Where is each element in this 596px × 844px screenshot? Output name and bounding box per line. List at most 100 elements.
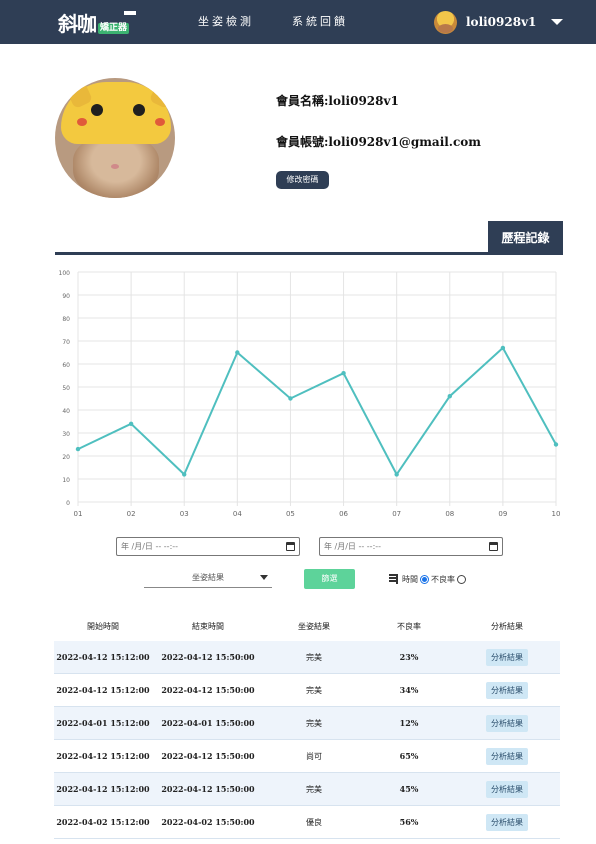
y-tick-label: 10 bbox=[62, 477, 70, 484]
calendar-icon[interactable] bbox=[286, 542, 295, 551]
table-row: 2022-04-02 15:12:00 2022-04-02 15:50:00 … bbox=[54, 806, 560, 839]
cell-posture-result: 完美 bbox=[306, 784, 322, 794]
x-tick-label: 06 bbox=[339, 510, 348, 518]
cell-start-time: 2022-04-12 15:12:00 bbox=[56, 652, 150, 662]
records-table: 開始時間 結束時間 坐姿結果 不良率 分析結果 2022-04-12 15:12… bbox=[54, 611, 560, 839]
cell-end-time: 2022-04-12 15:50:00 bbox=[161, 784, 255, 794]
y-tick-label: 0 bbox=[66, 500, 70, 507]
member-name: 會員名稱:loli0928v1 bbox=[276, 94, 399, 108]
end-datetime-input[interactable]: 年 /月/日 -- --:-- bbox=[319, 537, 503, 556]
table-header: 開始時間 結束時間 坐姿結果 不良率 分析結果 bbox=[54, 611, 560, 641]
cell-analysis: 分析結果 bbox=[454, 707, 560, 739]
y-tick-label: 80 bbox=[62, 316, 70, 323]
cell-analysis: 分析結果 bbox=[454, 773, 560, 805]
sort-time-radio[interactable] bbox=[420, 574, 429, 584]
y-tick-label: 30 bbox=[62, 431, 70, 438]
data-point bbox=[500, 345, 506, 351]
pikachu-hat bbox=[61, 78, 175, 144]
data-point bbox=[182, 472, 187, 477]
cell-analysis: 分析結果 bbox=[454, 806, 560, 838]
y-tick-label: 100 bbox=[59, 270, 71, 277]
logo[interactable]: 斜咖 矯正器 bbox=[58, 8, 136, 36]
cell-end-time: 2022-04-12 15:50:00 bbox=[161, 652, 255, 662]
header-analysis: 分析結果 bbox=[491, 621, 523, 631]
posture-result-select[interactable]: 坐姿結果 bbox=[144, 570, 272, 588]
x-tick-label: 01 bbox=[74, 510, 83, 518]
cell-end-time: 2022-04-01 15:50:00 bbox=[161, 718, 255, 728]
data-point bbox=[128, 421, 134, 426]
y-tick-label: 70 bbox=[62, 339, 70, 346]
calendar-icon[interactable] bbox=[489, 542, 498, 551]
data-point bbox=[288, 396, 293, 401]
history-divider bbox=[55, 252, 563, 255]
y-tick-label: 90 bbox=[62, 293, 70, 300]
bad-posture-chart: 0 10 20 30 40 50 60 70 80 90 100 01 02 03 04 05 06 07 08 09… bbox=[52, 262, 564, 524]
cell-analysis: 分析結果 bbox=[454, 641, 560, 673]
chevron-down-icon bbox=[260, 575, 268, 580]
logo-subtext: 矯正器 bbox=[98, 23, 130, 34]
analysis-button[interactable]: 分析結果 bbox=[486, 780, 528, 798]
cell-bad-rate: 12% bbox=[399, 718, 419, 728]
tab-history[interactable]: 歷程記錄 bbox=[488, 221, 563, 255]
data-point bbox=[394, 472, 399, 477]
analysis-button[interactable]: 分析結果 bbox=[486, 681, 528, 699]
x-tick-label: 09 bbox=[498, 510, 507, 518]
cell-end-time: 2022-04-12 15:50:00 bbox=[161, 751, 255, 761]
header-end-time: 結束時間 bbox=[192, 621, 224, 631]
cell-start-time: 2022-04-12 15:12:00 bbox=[56, 685, 150, 695]
analysis-button[interactable]: 分析結果 bbox=[486, 747, 528, 765]
nav-posture-detection[interactable]: 坐姿檢測 bbox=[198, 15, 254, 29]
start-datetime-input[interactable]: 年 /月/日 -- --:-- bbox=[116, 537, 300, 556]
sort-rate-radio[interactable] bbox=[457, 574, 466, 584]
cell-posture-result: 完美 bbox=[306, 718, 322, 728]
posture-result-select-value: 坐姿結果 bbox=[192, 573, 224, 582]
graduation-cap-icon bbox=[124, 7, 136, 15]
table-row: 2022-04-12 15:12:00 2022-04-12 15:50:00 … bbox=[54, 773, 560, 806]
filter-button[interactable]: 篩選 bbox=[304, 569, 355, 589]
header-bad-rate: 不良率 bbox=[397, 621, 421, 631]
cell-start-time: 2022-04-12 15:12:00 bbox=[56, 784, 150, 794]
sort-options: 時間 不良率 bbox=[389, 572, 468, 586]
cell-bad-rate: 56% bbox=[399, 817, 419, 827]
y-tick-label: 40 bbox=[62, 408, 70, 415]
member-account: 會員帳號:loli0928v1@gmail.com bbox=[276, 135, 481, 149]
analysis-button[interactable]: 分析結果 bbox=[486, 714, 528, 732]
cell-bad-rate: 45% bbox=[399, 784, 419, 794]
y-tick-label: 20 bbox=[62, 454, 70, 461]
table-row: 2022-04-12 15:12:00 2022-04-12 15:50:00 … bbox=[54, 740, 560, 773]
analysis-button[interactable]: 分析結果 bbox=[486, 813, 528, 831]
table-row: 2022-04-12 15:12:00 2022-04-12 15:50:00 … bbox=[54, 641, 560, 674]
user-avatar[interactable] bbox=[434, 11, 457, 34]
x-tick-label: 10 bbox=[552, 510, 561, 518]
x-tick-label: 07 bbox=[392, 510, 401, 518]
x-tick-label: 08 bbox=[445, 510, 454, 518]
series-line bbox=[77, 346, 557, 477]
sort-icon bbox=[389, 574, 399, 584]
cell-end-time: 2022-04-02 15:50:00 bbox=[161, 817, 255, 827]
cell-posture-result: 尚可 bbox=[306, 751, 322, 761]
nav-username[interactable]: loli0928v1 bbox=[466, 14, 536, 30]
cat-nose bbox=[111, 164, 119, 169]
analysis-button[interactable]: 分析結果 bbox=[486, 648, 528, 666]
cell-end-time: 2022-04-12 15:50:00 bbox=[161, 685, 255, 695]
x-tick-label: 05 bbox=[286, 510, 295, 518]
cell-posture-result: 優良 bbox=[306, 817, 322, 827]
chevron-down-icon[interactable] bbox=[551, 19, 563, 25]
header-posture-result: 坐姿結果 bbox=[298, 621, 330, 631]
data-point bbox=[447, 394, 452, 399]
nav-system-feedback[interactable]: 系統回饋 bbox=[292, 15, 348, 29]
sort-time-label: 時間 bbox=[402, 574, 418, 584]
cell-analysis: 分析結果 bbox=[454, 740, 560, 772]
change-password-button[interactable]: 修改密碼 bbox=[276, 171, 329, 189]
logo-text: 斜咖 bbox=[58, 12, 97, 36]
cell-posture-result: 完美 bbox=[306, 685, 322, 695]
top-nav: 斜咖 矯正器 坐姿檢測 系統回饋 loli0928v1 bbox=[0, 0, 596, 44]
y-tick-label: 60 bbox=[62, 362, 70, 369]
cell-start-time: 2022-04-01 15:12:00 bbox=[56, 718, 150, 728]
data-point bbox=[75, 446, 81, 452]
start-datetime-placeholder: 年 /月/日 -- --:-- bbox=[121, 542, 179, 551]
cell-start-time: 2022-04-12 15:12:00 bbox=[56, 751, 150, 761]
cell-bad-rate: 23% bbox=[399, 652, 419, 662]
x-tick-label: 02 bbox=[127, 510, 136, 518]
table-row: 2022-04-01 15:12:00 2022-04-01 15:50:00 … bbox=[54, 707, 560, 740]
